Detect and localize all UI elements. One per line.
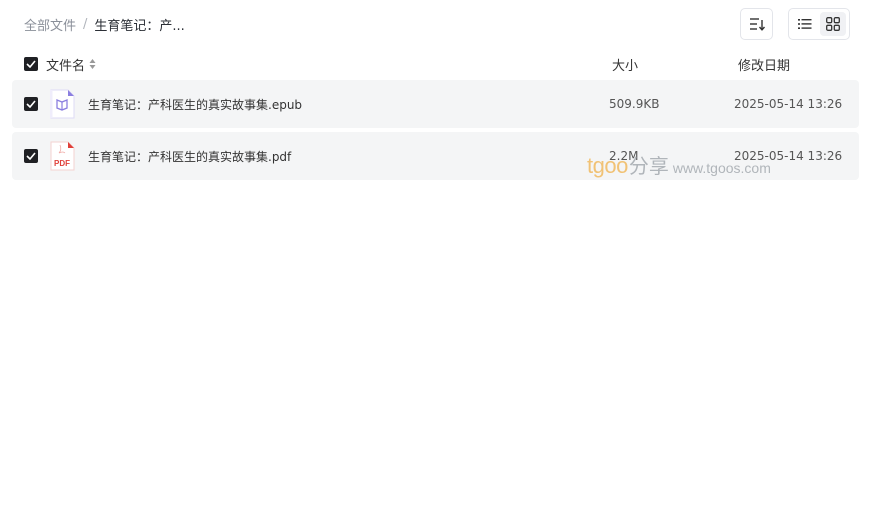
table-row[interactable]: PDF 生育笔记：产科医生的真实故事集.pdf 2.2M 2025-05-14 …	[12, 132, 859, 180]
file-name[interactable]: 生育笔记：产科医生的真实故事集.pdf	[88, 148, 291, 165]
epub-file-icon	[49, 89, 75, 119]
sort-icon	[749, 18, 765, 31]
breadcrumb-separator: /	[83, 16, 88, 32]
view-toggle-group	[788, 8, 850, 40]
breadcrumb-root-link[interactable]: 全部文件	[24, 15, 76, 34]
file-size: 509.9KB	[609, 97, 660, 111]
file-size: 2.2M	[609, 149, 639, 163]
sort-button[interactable]	[740, 8, 773, 40]
column-header-size[interactable]: 大小	[612, 55, 638, 74]
row-checkbox[interactable]	[24, 149, 38, 163]
file-date: 2025-05-14 13:26	[734, 149, 843, 163]
sort-toggle-icon	[89, 59, 96, 69]
breadcrumb: 全部文件 / 生育笔记：产...	[24, 14, 185, 34]
checkmark-icon	[26, 152, 36, 160]
grid-view-icon	[826, 17, 840, 31]
select-all-checkbox[interactable]	[24, 57, 38, 71]
column-header-name-label: 文件名	[46, 58, 86, 74]
checkmark-icon	[26, 60, 36, 68]
column-header-date[interactable]: 修改日期	[738, 55, 790, 74]
list-view-icon	[798, 19, 812, 29]
breadcrumb-current: 生育笔记：产...	[94, 18, 185, 34]
grid-view-button[interactable]	[820, 12, 846, 36]
pdf-file-icon: PDF	[49, 141, 75, 171]
svg-text:PDF: PDF	[54, 159, 70, 168]
row-checkbox[interactable]	[24, 97, 38, 111]
checkmark-icon	[26, 100, 36, 108]
table-row[interactable]: 生育笔记：产科医生的真实故事集.epub 509.9KB 2025-05-14 …	[12, 80, 859, 128]
table-header: 文件名 大小 修改日期	[12, 52, 859, 76]
file-date: 2025-05-14 13:26	[734, 97, 843, 111]
column-header-name[interactable]: 文件名	[46, 55, 96, 74]
list-view-button[interactable]	[792, 12, 818, 36]
file-name[interactable]: 生育笔记：产科医生的真实故事集.epub	[88, 96, 302, 113]
